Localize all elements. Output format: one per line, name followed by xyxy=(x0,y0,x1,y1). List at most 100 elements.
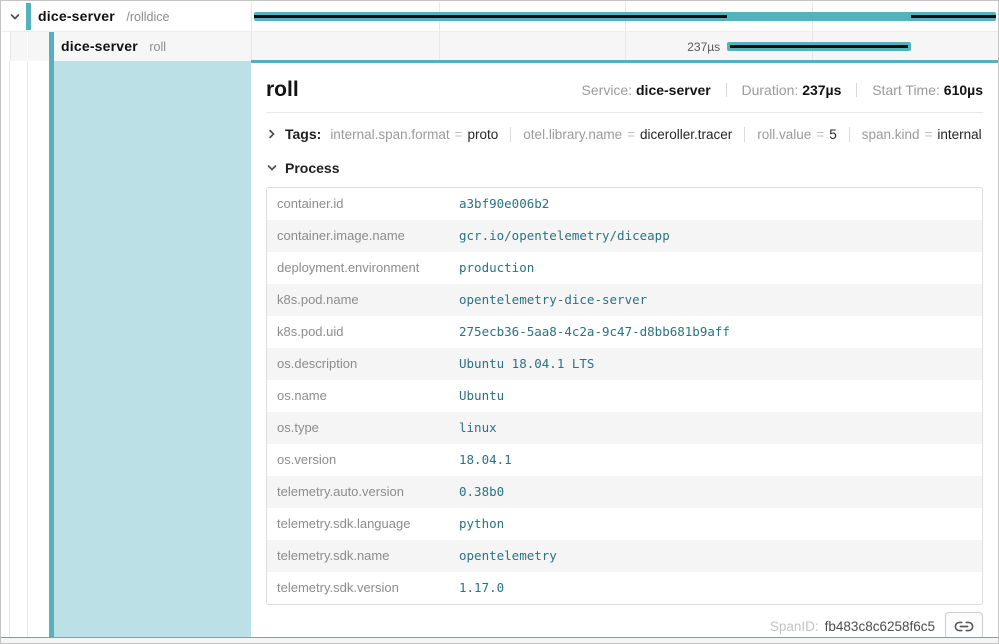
span-detail-area: roll Service: dice-server Duration: 237µ… xyxy=(1,61,998,637)
process-row: os.descriptionUbuntu 18.04.1 LTS xyxy=(267,348,982,380)
process-row: container.image.namegcr.io/opentelemetry… xyxy=(267,220,982,252)
process-row: k8s.pod.nameopentelemetry-dice-server xyxy=(267,284,982,316)
tag-key: roll.value xyxy=(757,127,811,142)
process-key-cell: telemetry.sdk.name xyxy=(267,540,449,572)
process-value-cell: a3bf90e006b2 xyxy=(449,188,982,220)
process-value-cell: Ubuntu xyxy=(449,380,982,412)
trace-span-row-child[interactable]: dice-server roll 237µs xyxy=(1,32,998,61)
process-key-cell: telemetry.auto.version xyxy=(267,476,449,508)
chevron-down-icon xyxy=(266,162,278,174)
process-key-cell: container.id xyxy=(267,188,449,220)
process-key-cell: os.type xyxy=(267,412,449,444)
span-title: roll xyxy=(266,77,299,103)
tag-separator xyxy=(849,127,850,142)
process-accordion-toggle[interactable]: Process xyxy=(266,157,983,179)
process-table: container.ida3bf90e006b2container.image.… xyxy=(266,187,983,605)
process-value-cell: gcr.io/opentelemetry/diceapp xyxy=(449,220,982,252)
critical-path-segment xyxy=(730,45,908,48)
process-value-cell: 0.38b0 xyxy=(449,476,982,508)
tag-equals: = xyxy=(925,127,933,142)
tag-equals: = xyxy=(627,127,635,142)
span-service-name: dice-server xyxy=(38,8,115,24)
tag-key: internal.span.format xyxy=(330,127,449,142)
process-row: deployment.environmentproduction xyxy=(267,252,982,284)
duration-label: 237µs xyxy=(687,40,727,54)
process-value-cell: opentelemetry-dice-server xyxy=(449,284,982,316)
duration-value: 237µs xyxy=(802,82,841,98)
process-row: os.nameUbuntu xyxy=(267,380,982,412)
spanid-footer: SpanID: fb483c8c6258f6c5 xyxy=(266,612,983,640)
tags-summary: internal.span.format=protootel.library.n… xyxy=(330,127,981,142)
tags-accordion-toggle[interactable]: Tags: internal.span.format=protootel.lib… xyxy=(266,123,983,145)
process-key-cell: os.description xyxy=(267,348,449,380)
meta-separator xyxy=(726,83,727,97)
deep-link-button[interactable] xyxy=(945,612,983,640)
process-value-cell: linux xyxy=(449,412,982,444)
span-operation-name: /rolldice xyxy=(126,10,169,24)
process-value-cell: opentelemetry xyxy=(449,540,982,572)
span-detail-rail xyxy=(1,61,251,637)
span-detail-header: roll Service: dice-server Duration: 237µ… xyxy=(266,77,983,103)
process-key-cell: os.version xyxy=(267,444,449,476)
tag-separator xyxy=(744,127,745,142)
span-service-name: dice-server xyxy=(61,38,138,54)
process-key-cell: telemetry.sdk.language xyxy=(267,508,449,540)
timeline-cell-child[interactable]: 237µs xyxy=(251,32,998,61)
span-color-swatch xyxy=(26,3,31,30)
process-key-cell: deployment.environment xyxy=(267,252,449,284)
span-meta: Service: dice-server Duration: 237µs Sta… xyxy=(582,82,983,98)
spanid-value: fb483c8c6258f6c5 xyxy=(825,619,935,634)
process-row: os.version18.04.1 xyxy=(267,444,982,476)
timeline-gridline xyxy=(439,32,440,61)
tag-value: internal xyxy=(937,127,981,142)
tag-equals: = xyxy=(455,127,463,142)
indent-guide xyxy=(27,61,28,637)
link-icon xyxy=(954,620,974,633)
process-value-cell: Ubuntu 18.04.1 LTS xyxy=(449,348,982,380)
tag-item: internal.span.format=proto xyxy=(330,127,498,142)
jaeger-trace-detail-window: dice-server /rolldice dice-server roll 2… xyxy=(0,0,999,644)
start-time-label: Start Time: xyxy=(872,82,940,98)
tag-value: 5 xyxy=(829,127,837,142)
span-detail-panel: roll Service: dice-server Duration: 237µ… xyxy=(251,60,998,637)
process-key-cell: k8s.pod.uid xyxy=(267,316,449,348)
tags-label: Tags: xyxy=(285,126,321,142)
process-row: os.typelinux xyxy=(267,412,982,444)
tag-separator xyxy=(510,127,511,142)
chevron-right-icon xyxy=(266,128,278,140)
tag-key: span.kind xyxy=(862,127,920,142)
meta-separator xyxy=(856,83,857,97)
collapse-chevron-icon[interactable] xyxy=(8,10,22,24)
duration-label: Duration: xyxy=(742,82,799,98)
process-key-cell: k8s.pod.name xyxy=(267,284,449,316)
spanid-label: SpanID: xyxy=(770,619,819,634)
tag-item: roll.value = 5 xyxy=(757,127,836,142)
process-value-cell: production xyxy=(449,252,982,284)
tag-value: diceroller.tracer xyxy=(640,127,732,142)
trace-span-row-root[interactable]: dice-server /rolldice xyxy=(1,2,998,32)
process-label: Process xyxy=(285,160,339,176)
timeline-cell-root[interactable] xyxy=(251,2,998,31)
critical-path-segment xyxy=(911,15,996,18)
process-key-cell: os.name xyxy=(267,380,449,412)
indent-guide xyxy=(27,32,28,61)
indent-spacer xyxy=(1,32,11,61)
tag-equals: = xyxy=(816,127,824,142)
process-value-cell: python xyxy=(449,508,982,540)
span-name-cell-child[interactable]: dice-server roll xyxy=(1,32,251,61)
process-row: telemetry.sdk.version1.17.0 xyxy=(267,572,982,604)
process-value-cell: 1.17.0 xyxy=(449,572,982,604)
tag-item: span.kind = internal xyxy=(862,127,982,142)
span-operation-name: roll xyxy=(149,40,166,54)
tag-item: otel.library.name=diceroller.tracer xyxy=(523,127,732,142)
service-value: dice-server xyxy=(636,82,711,98)
process-key-cell: telemetry.sdk.version xyxy=(267,572,449,604)
span-color-fill xyxy=(54,61,251,637)
indent-guide xyxy=(9,61,10,637)
detail-row-bottom-border xyxy=(1,637,998,643)
process-row: container.ida3bf90e006b2 xyxy=(267,188,982,220)
process-row: telemetry.sdk.nameopentelemetry xyxy=(267,540,982,572)
span-name-cell-root[interactable]: dice-server /rolldice xyxy=(1,2,251,31)
critical-path-segment xyxy=(254,15,727,18)
start-time-value: 610µs xyxy=(944,82,983,98)
